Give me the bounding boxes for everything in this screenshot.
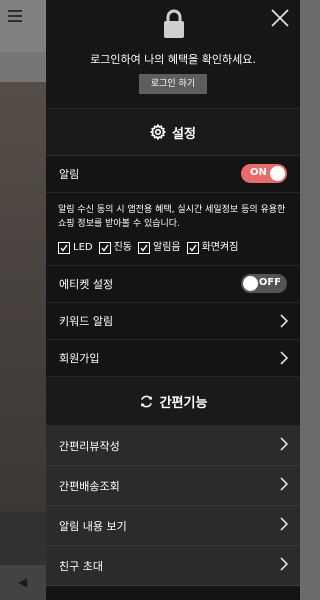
notification-notice: 알림 수신 동의 시 앱전용 혜택, 실시간 세일정보 등의 유용한 쇼핑 정보…	[46, 193, 300, 266]
keyword-alarm-row[interactable]: 키워드 알림	[46, 303, 300, 340]
invite-friend-row[interactable]: 친구 초대	[46, 546, 300, 586]
close-icon[interactable]	[270, 8, 290, 28]
side-drawer: 로그인하여 나의 혜택을 확인하세요. 로그인 하기 설정 알림 ON 알림 수…	[46, 0, 300, 600]
settings-header: 설정	[46, 109, 300, 156]
chevron-right-icon	[280, 351, 288, 365]
option-led-label: LED	[73, 242, 93, 253]
notification-label: 알림	[59, 168, 80, 181]
chevron-right-icon	[280, 314, 288, 328]
toggle-knob	[270, 166, 285, 181]
notification-history-row[interactable]: 알림 내용 보기	[46, 506, 300, 546]
quick-features-header: 간편기능	[46, 377, 300, 426]
quick-review-label: 간편리뷰작성	[59, 439, 120, 453]
invite-friend-label: 친구 초대	[59, 559, 103, 573]
login-message: 로그인하여 나의 혜택을 확인하세요.	[90, 53, 256, 66]
quick-features-title: 간편기능	[159, 395, 208, 411]
delivery-tracking-row[interactable]: 간편배송조회	[46, 466, 300, 506]
option-sound-checkbox[interactable]: 알림음	[138, 241, 181, 255]
option-screen-on-label: 화면켜짐	[201, 242, 239, 253]
chevron-right-icon	[280, 477, 288, 491]
option-led-checkbox[interactable]: LED	[58, 241, 93, 255]
checkbox-box	[98, 242, 111, 254]
etiquette-row: 에티켓 설정 OFF	[46, 266, 300, 303]
checkmark-icon	[140, 244, 148, 252]
signup-label: 회원가입	[59, 352, 100, 365]
etiquette-toggle[interactable]: OFF	[241, 274, 287, 293]
signup-row[interactable]: 회원가입	[46, 340, 300, 377]
checkbox-box	[138, 242, 150, 254]
delivery-tracking-label: 간편배송조회	[59, 479, 120, 493]
quick-features-list: 간편리뷰작성 간편배송조회 알림 내용 보기 친구 초대	[46, 426, 300, 586]
chevron-right-icon	[280, 437, 288, 451]
option-vibrate-label: 진동	[113, 242, 132, 253]
notice-text: 알림 수신 동의 시 앱전용 혜택, 실시간 세일정보 등의 유용한 쇼핑 정보…	[58, 205, 286, 229]
etiquette-toggle-label: OFF	[258, 277, 281, 288]
checkmark-icon	[60, 244, 68, 252]
notification-toggle-label: ON	[250, 167, 267, 178]
etiquette-label: 에티켓 설정	[59, 278, 114, 291]
checkbox-box	[58, 242, 70, 254]
settings-title: 설정	[172, 126, 196, 142]
lock-icon	[164, 9, 184, 38]
notification-options: LED 진동 알림음 화면켜짐	[58, 241, 288, 259]
notification-toggle[interactable]: ON	[241, 164, 287, 183]
option-sound-label: 알림음	[153, 242, 181, 253]
option-screen-on-checkbox[interactable]: 화면켜짐	[186, 241, 239, 255]
login-area: 로그인하여 나의 혜택을 확인하세요. 로그인 하기	[46, 0, 300, 109]
notification-row: 알림 ON	[46, 156, 300, 193]
option-vibrate-checkbox[interactable]: 진동	[98, 241, 132, 255]
chevron-right-icon	[280, 517, 288, 531]
toggle-knob	[243, 276, 258, 291]
checkmark-icon	[189, 244, 197, 252]
notification-history-label: 알림 내용 보기	[59, 519, 127, 533]
gear-icon	[150, 124, 167, 140]
refresh-icon	[140, 395, 152, 407]
login-button[interactable]: 로그인 하기	[139, 74, 207, 94]
checkbox-box	[186, 242, 199, 254]
chevron-right-icon	[280, 557, 288, 571]
checkmark-icon	[101, 244, 109, 252]
quick-review-row[interactable]: 간편리뷰작성	[46, 426, 300, 466]
keyword-alarm-label: 키워드 알림	[59, 315, 114, 328]
